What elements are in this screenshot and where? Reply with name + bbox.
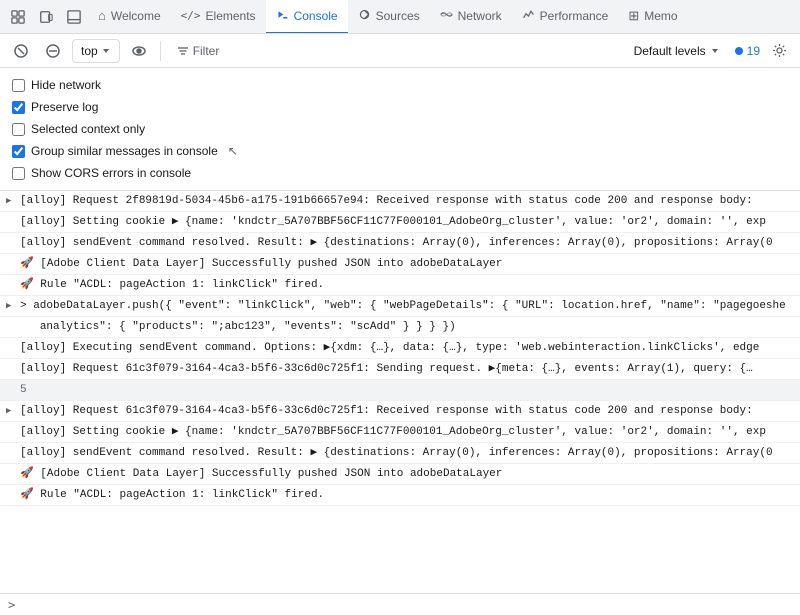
settings-icon [772,43,787,58]
tab-welcome-label: Welcome [111,9,161,23]
console-icon [276,8,289,24]
hide-network-checkbox[interactable] [12,79,25,92]
performance-icon [522,8,535,24]
tab-console-label: Console [294,9,338,23]
filter-btn[interactable]: Filter [169,39,228,63]
device-toggle-btn[interactable] [32,3,60,31]
preserve-log-checkbox[interactable] [12,101,25,114]
tab-elements[interactable]: </> Elements [171,0,266,34]
context-selector[interactable]: top [72,39,120,63]
dropdown-chevron [101,46,111,56]
show-cors-checkbox[interactable] [12,167,25,180]
devtools-tabs: ⌂ Welcome </> Elements Console Sources N… [0,0,800,34]
selected-context-checkbox[interactable] [12,123,25,136]
option-preserve-log: Preserve log [12,96,788,118]
eye-btn[interactable] [126,38,152,64]
dock-btn[interactable] [60,3,88,31]
welcome-icon: ⌂ [98,8,106,23]
tab-performance[interactable]: Performance [512,0,619,34]
hide-network-label: Hide network [31,78,101,92]
option-hide-network: Hide network [12,74,788,96]
inspect-icon-btn[interactable] [4,3,32,31]
block-btn[interactable] [40,38,66,64]
tab-console[interactable]: Console [266,0,348,34]
console-line[interactable]: [alloy] Request 61c3f079-3164-4ca3-b5f6-… [0,359,800,380]
levels-selector[interactable]: Default levels [625,39,729,63]
tab-elements-label: Elements [206,9,256,23]
group-similar-label: Group similar messages in console [31,144,218,158]
console-line[interactable]: 🚀 [Adobe Client Data Layer] Successfully… [0,464,800,485]
selected-context-label: Selected context only [31,122,145,136]
option-group-similar: Group similar messages in console ↖ [12,140,788,162]
tab-sources[interactable]: Sources [348,0,430,34]
console-output[interactable]: [alloy] Request 2f89819d-5034-45b6-a175-… [0,191,800,602]
elements-icon: </> [181,9,201,22]
console-line[interactable]: [alloy] Setting cookie ▶ {name: 'kndctr_… [0,212,800,233]
console-input-row: > [0,593,800,615]
console-line[interactable]: [alloy] Request 61c3f079-3164-4ca3-b5f6-… [0,401,800,422]
console-line[interactable]: 🚀 Rule "ACDL: pageAction 1: linkClick" f… [0,275,800,296]
show-cors-label: Show CORS errors in console [31,166,191,180]
filter-icon [177,45,189,57]
sources-icon [358,8,371,24]
option-show-cors: Show CORS errors in console [12,162,788,184]
clear-console-btn[interactable] [8,38,34,64]
console-line[interactable]: > adobeDataLayer.push({ "event": "linkCl… [0,296,800,317]
console-line[interactable]: [alloy] Request 2f89819d-5034-45b6-a175-… [0,191,800,212]
toolbar-divider [160,41,161,61]
group-similar-checkbox[interactable] [12,145,25,158]
console-line[interactable]: [alloy] sendEvent command resolved. Resu… [0,233,800,254]
count-value: 19 [747,44,760,58]
memo-icon: ⊞ [628,8,639,24]
levels-label: Default levels [634,44,706,58]
tab-memo[interactable]: ⊞ Memo [618,0,687,34]
tab-memo-label: Memo [644,9,677,23]
cursor-indicator: ↖ [228,144,238,158]
preserve-log-label: Preserve log [31,100,98,114]
tab-performance-label: Performance [540,9,609,23]
network-icon [440,8,453,24]
console-line[interactable]: [alloy] sendEvent command resolved. Resu… [0,443,800,464]
options-panel: Hide network Preserve log Selected conte… [0,68,800,191]
console-prompt: > [8,598,15,612]
console-settings-btn[interactable] [766,38,792,64]
error-count: 19 [735,44,760,58]
console-line[interactable]: 🚀 [Adobe Client Data Layer] Successfully… [0,254,800,275]
console-line[interactable]: 🚀 Rule "ACDL: pageAction 1: linkClick" f… [0,485,800,506]
count-dot [735,47,743,55]
filter-label: Filter [193,44,220,58]
context-label: top [81,44,98,58]
console-line[interactable]: 5 [0,380,800,401]
console-toolbar: top Filter Default levels 19 [0,34,800,68]
tab-welcome[interactable]: ⌂ Welcome [88,0,171,34]
console-line[interactable]: [alloy] Executing sendEvent command. Opt… [0,338,800,359]
tab-network-label: Network [458,9,502,23]
console-input[interactable] [21,599,792,611]
levels-chevron [710,46,720,56]
tab-network[interactable]: Network [430,0,512,34]
option-selected-context: Selected context only [12,118,788,140]
tab-sources-label: Sources [376,9,420,23]
console-line[interactable]: [alloy] Setting cookie ▶ {name: 'kndctr_… [0,422,800,443]
console-line[interactable]: analytics": { "products": ";abc123", "ev… [0,317,800,338]
